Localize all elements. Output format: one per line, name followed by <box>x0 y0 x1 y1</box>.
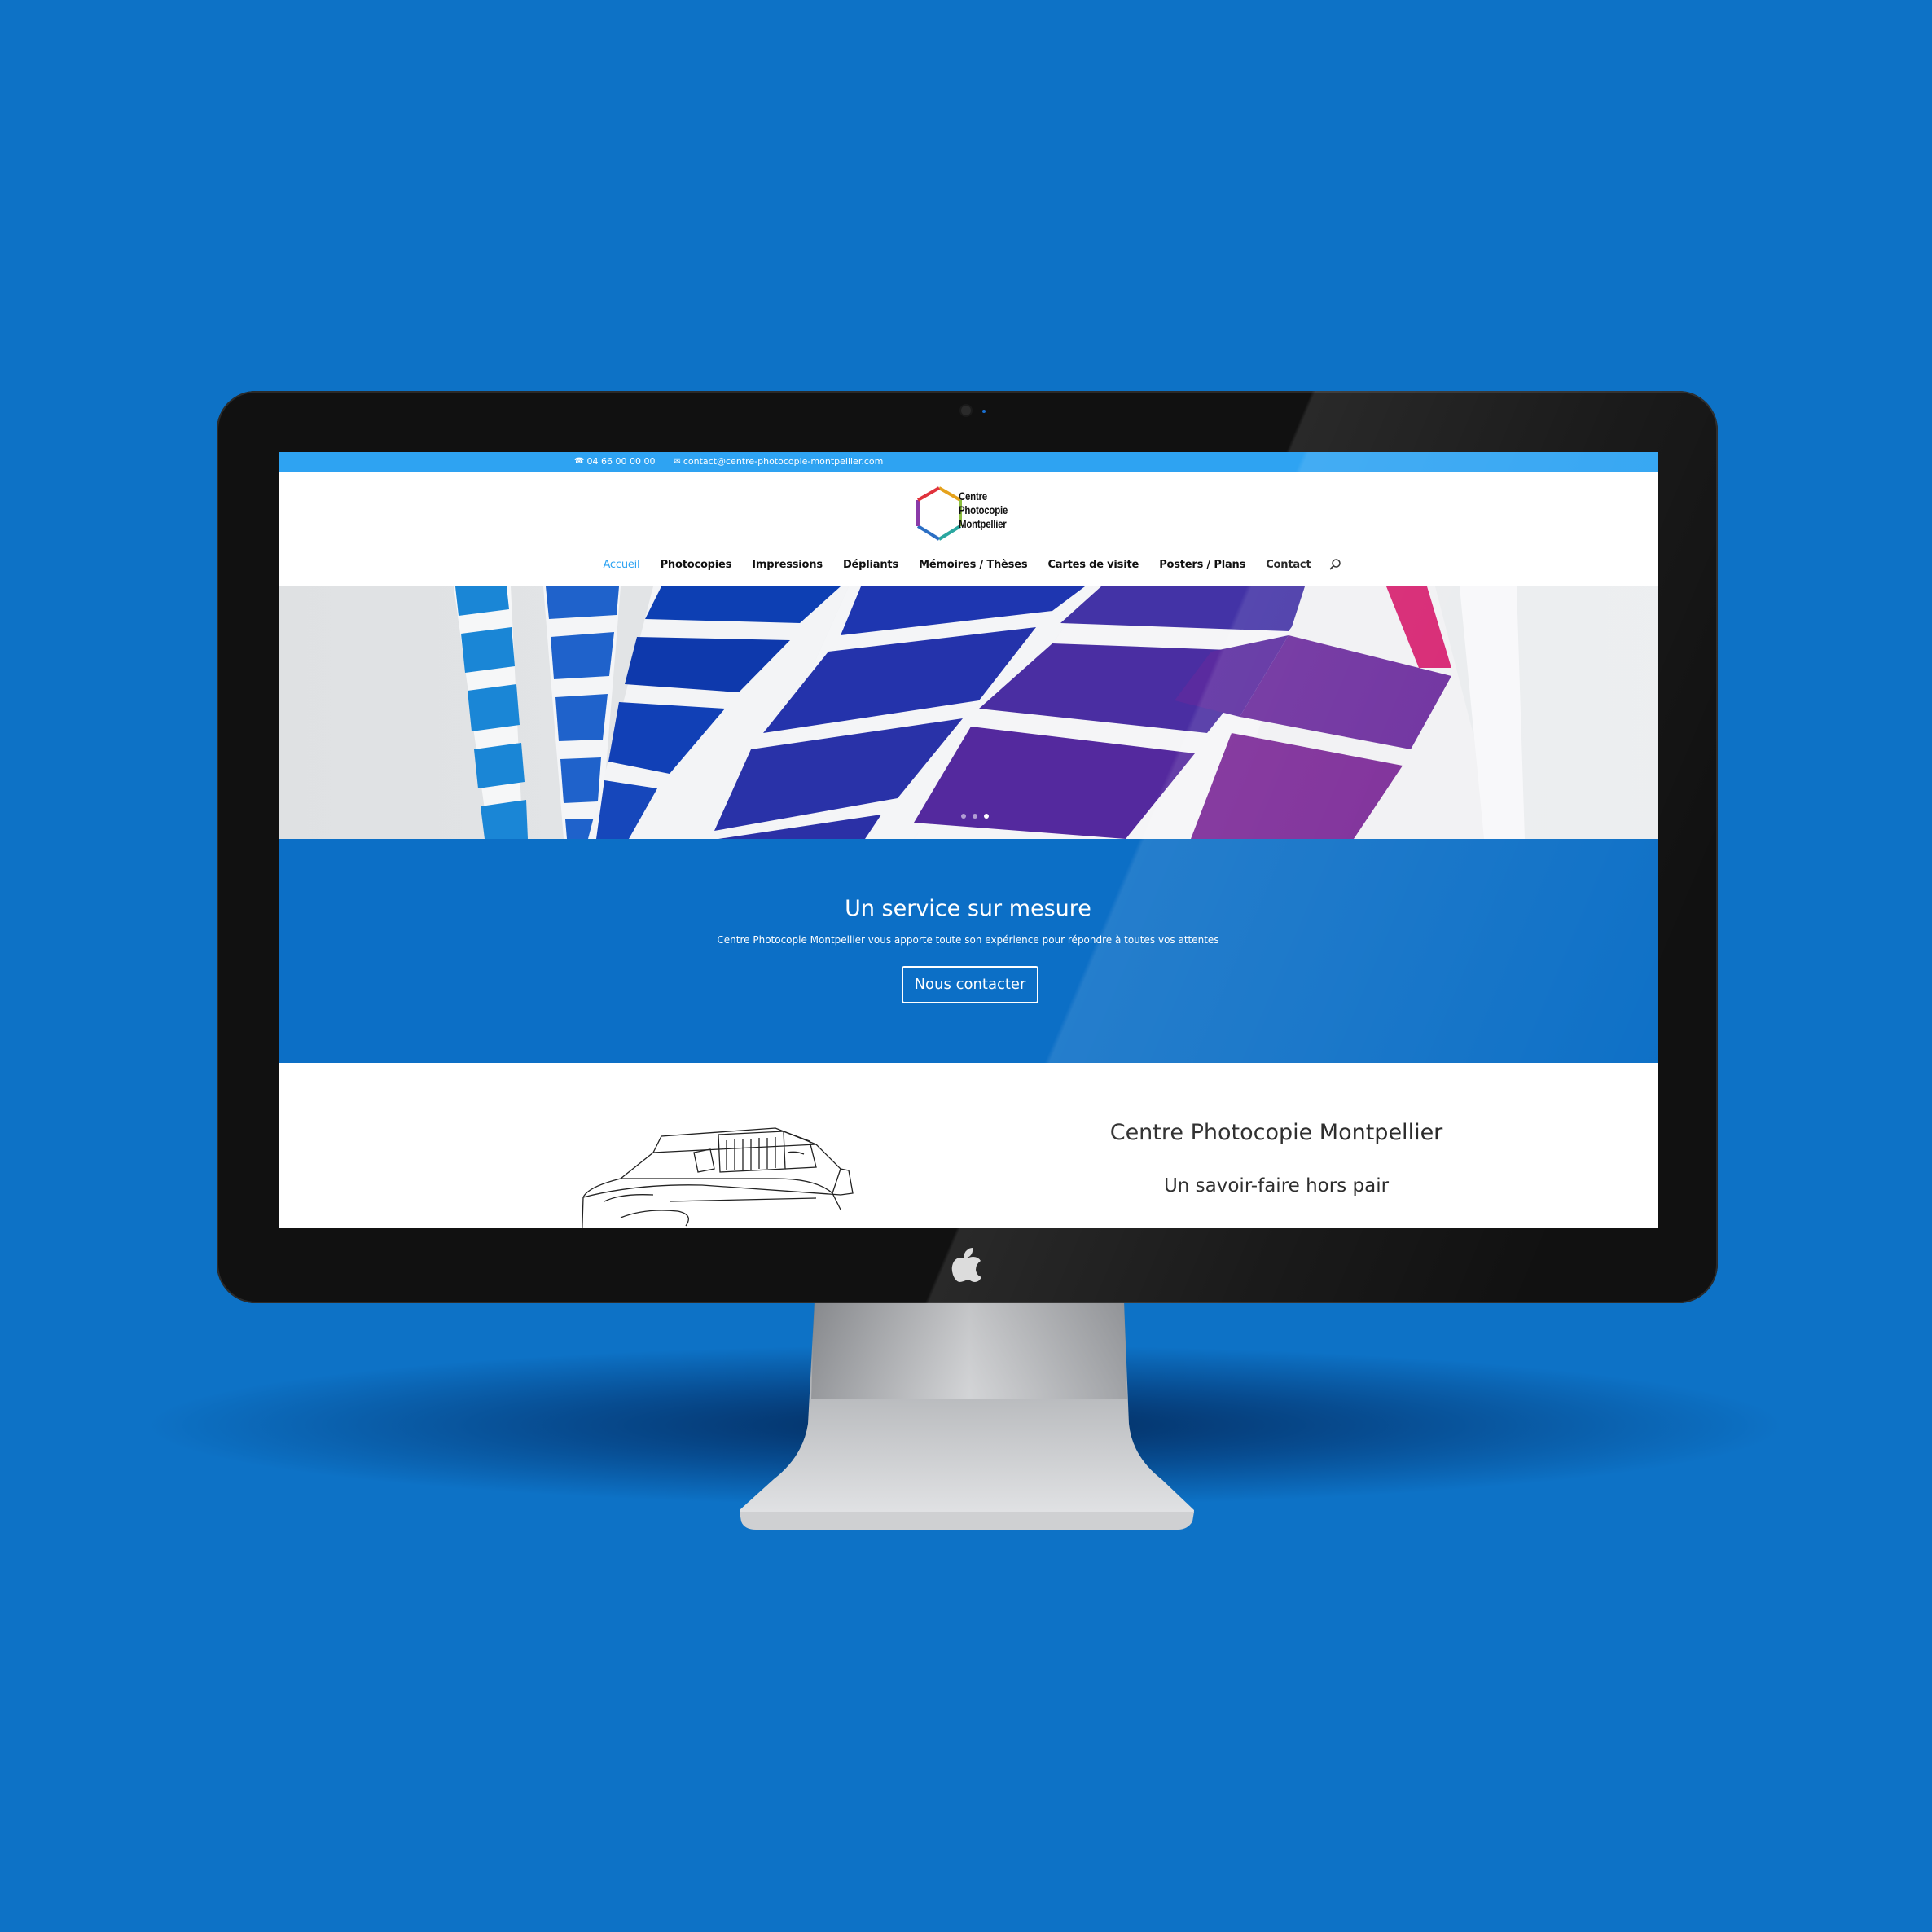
color-swatch-fan-image <box>279 586 1658 839</box>
nav-item-impressions[interactable]: Impressions <box>752 559 823 571</box>
webcam <box>961 406 971 415</box>
nav-item-photocopies[interactable]: Photocopies <box>661 559 732 571</box>
printer-illustration <box>582 1127 854 1228</box>
site-header: Centre Photocopie Montpellier Accueil Ph… <box>279 472 1658 586</box>
logo-line-1: Centre <box>959 490 987 503</box>
section-subtitle: Un savoir-faire hors pair <box>1163 1175 1390 1197</box>
nav-item-posters-plans[interactable]: Posters / Plans <box>1159 559 1245 571</box>
slider-dot-1[interactable] <box>961 814 966 819</box>
website-screen: ☎ 04 66 00 00 00 ✉ contact@centre-photocop… <box>279 452 1658 1228</box>
slider-dot-2[interactable] <box>973 814 977 819</box>
mail-icon: ✉ <box>674 457 681 466</box>
slider-pagination <box>958 806 992 822</box>
nav-item-depliants[interactable]: Dépliants <box>843 559 898 571</box>
cta-title: Un service sur mesure <box>845 896 1091 921</box>
logo-line-3: Montpellier <box>959 517 1007 530</box>
slider-dot-3[interactable] <box>984 814 989 819</box>
top-info-bar: ☎ 04 66 00 00 00 ✉ contact@centre-photocop… <box>279 452 1658 472</box>
monitor-stand <box>740 1302 1194 1530</box>
nav-item-cartes-de-visite[interactable]: Cartes de visite <box>1047 559 1139 571</box>
apple-logo-icon <box>951 1248 981 1282</box>
phone-number[interactable]: 04 66 00 00 00 <box>586 452 655 472</box>
hero-slider <box>279 586 1658 839</box>
nav-item-contact[interactable]: Contact <box>1266 559 1311 571</box>
site-logo[interactable]: Centre Photocopie Montpellier <box>914 485 1032 547</box>
search-icon[interactable] <box>1328 558 1341 571</box>
cta-subtitle: Centre Photocopie Montpellier vous appor… <box>717 934 1219 946</box>
contact-button[interactable]: Nous contacter <box>902 966 1038 1003</box>
hexagon-logo-icon <box>916 486 962 541</box>
about-section: Centre Photocopie Montpellier Un savoir-… <box>279 1063 1658 1228</box>
nav-item-memoires-theses[interactable]: Mémoires / Thèses <box>919 559 1027 571</box>
logo-line-2: Photocopie <box>959 503 1008 516</box>
email-link[interactable]: contact@centre-photocopie-montpellier.co… <box>683 452 883 472</box>
webcam-led <box>982 410 986 413</box>
main-nav: Accueil Photocopies Impressions Dépliant… <box>279 555 1658 571</box>
logo-wordmark: Centre Photocopie Montpellier <box>959 490 1008 531</box>
phone-icon: ☎ <box>574 457 585 466</box>
cta-section: Un service sur mesure Centre Photocopie … <box>279 839 1658 1063</box>
nav-item-accueil[interactable]: Accueil <box>603 559 639 571</box>
section-title: Centre Photocopie Montpellier <box>1109 1120 1443 1145</box>
